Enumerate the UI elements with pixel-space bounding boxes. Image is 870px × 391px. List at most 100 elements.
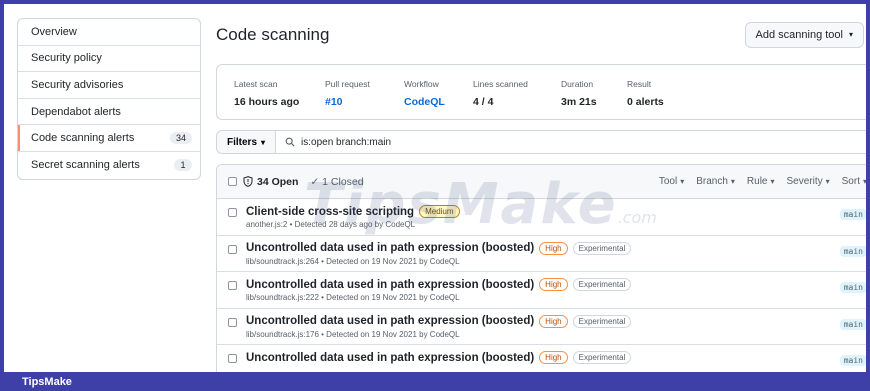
search-icon: [285, 137, 295, 147]
footer-brand-bar: TipsMake: [0, 372, 870, 391]
summary-label: Duration: [561, 79, 594, 89]
severity-filter-menu[interactable]: Severity ▾: [787, 176, 830, 187]
alert-body: Uncontrolled data used in path expressio…: [246, 241, 632, 266]
closed-alerts-count: 1 Closed: [322, 175, 364, 188]
counter-badge: 34: [169, 132, 192, 145]
sidebar-item-label: Overview: [31, 25, 77, 38]
alert-title-link[interactable]: Uncontrolled data used in path expressio…: [246, 315, 534, 327]
summary-label: Workflow: [404, 79, 439, 89]
summary-label: Latest scan: [234, 79, 278, 89]
alert-checkbox[interactable]: [228, 244, 237, 254]
add-scanning-tool-button[interactable]: Add scanning tool ▾: [744, 21, 864, 48]
alert-body: Client-side cross-site scripting Medium …: [246, 205, 460, 229]
page-title: Code scanning: [216, 25, 330, 44]
summary-workflow: Workflow CodeQL: [404, 79, 473, 119]
summary-value: 0 alerts: [627, 96, 664, 108]
branch-filter-menu[interactable]: Branch ▾: [696, 176, 735, 187]
tool-filter-menu[interactable]: Tool ▾: [659, 176, 684, 187]
summary-value: 3m 21s: [561, 96, 597, 108]
alerts-state-toggle: 34 Open ✓ 1 Closed: [228, 176, 364, 188]
sidebar-item-security-policy[interactable]: Security policy: [18, 46, 200, 73]
sort-menu[interactable]: Sort ▾: [841, 176, 867, 187]
branch-label: main: [839, 318, 866, 330]
sidebar-item-security-advisories[interactable]: Security advisories: [18, 72, 200, 99]
scan-summary: Latest scan 16 hours ago Pull request #1…: [216, 64, 866, 120]
workflow-link[interactable]: CodeQL: [404, 96, 473, 108]
chevron-down-icon: ▾: [680, 177, 685, 186]
rule-filter-menu[interactable]: Rule ▾: [747, 176, 775, 187]
filters-label: Filters: [227, 136, 258, 148]
alert-title-link[interactable]: Uncontrolled data used in path expressio…: [246, 352, 534, 364]
sort-label: Sort: [841, 176, 860, 187]
severity-filter-label: Severity: [786, 176, 823, 187]
chevron-down-icon: ▾: [825, 177, 830, 186]
sidebar-item-label: Dependabot alerts: [31, 105, 121, 118]
alert-meta: lib/soundtrack.js:222 • Detected on 19 N…: [246, 293, 460, 302]
sidebar-item-label: Code scanning alerts: [31, 132, 135, 145]
sidebar-item-dependabot-alerts[interactable]: Dependabot alerts: [18, 99, 200, 126]
branch-filter-label: Branch: [696, 176, 728, 187]
alert-body: Uncontrolled data used in path expressio…: [246, 314, 632, 339]
experimental-badge: Experimental: [572, 278, 632, 291]
branch-label: main: [839, 209, 866, 220]
severity-badge: Medium: [419, 205, 460, 218]
sidebar-item-code-scanning-alerts[interactable]: Code scanning alerts 34: [18, 125, 200, 152]
alert-checkbox[interactable]: [228, 208, 237, 217]
alerts-list-header: 34 Open ✓ 1 Closed Tool ▾ Branch ▾ Rule ▾ S…: [217, 165, 867, 199]
pull-request-link[interactable]: #10: [325, 96, 404, 108]
summary-duration: Duration 3m 21s: [561, 79, 627, 119]
security-sidebar: Overview Security policy Security adviso…: [17, 18, 201, 180]
open-alerts-tab[interactable]: 34 Open: [243, 176, 298, 188]
closed-alerts-tab[interactable]: ✓ 1 Closed: [310, 176, 363, 188]
alerts-list: 34 Open ✓ 1 Closed Tool ▾ Branch ▾ Rule ▾ S…: [216, 164, 867, 383]
alert-title-link[interactable]: Client-side cross-site scripting: [246, 206, 414, 218]
alert-title-line: Uncontrolled data used in path expressio…: [246, 351, 632, 364]
main-content: Code scanning Add scanning tool ▾ Latest…: [216, 18, 867, 383]
app-frame: Overview Security policy Security adviso…: [0, 0, 870, 391]
chevron-down-icon: ▾: [730, 177, 735, 186]
chevron-down-icon: ▾: [261, 137, 266, 147]
summary-label: Pull request: [325, 79, 370, 89]
summary-label: Lines scanned: [473, 79, 528, 89]
alert-checkbox[interactable]: [228, 354, 237, 363]
severity-badge: High: [539, 241, 568, 255]
alert-meta: lib/soundtrack.js:176 • Detected on 19 N…: [246, 329, 460, 339]
sidebar-item-label: Security policy: [31, 52, 102, 65]
summary-latest-scan: Latest scan 16 hours ago: [234, 79, 325, 119]
tool-filter-label: Tool: [658, 176, 678, 187]
sidebar-item-label: Secret scanning alerts: [31, 159, 140, 172]
chevron-down-icon: ▾: [770, 177, 775, 186]
summary-value: 4 / 4: [473, 96, 494, 108]
summary-pull-request: Pull request #10: [325, 79, 404, 119]
footer-brand: TipsMake: [22, 375, 72, 388]
rule-filter-label: Rule: [746, 176, 768, 187]
alert-row[interactable]: Uncontrolled data used in path expressio…: [217, 236, 866, 272]
search-input[interactable]: is:open branch:main: [276, 130, 866, 154]
alert-title-link[interactable]: Uncontrolled data used in path expressio…: [246, 242, 534, 254]
sidebar-item-secret-scanning-alerts[interactable]: Secret scanning alerts 1: [18, 152, 200, 179]
alert-row[interactable]: Uncontrolled data used in path expressio…: [217, 309, 866, 345]
alert-meta: lib/soundtrack.js:264 • Detected on 19 N…: [246, 256, 460, 266]
filters-button[interactable]: Filters ▾: [216, 130, 277, 154]
sidebar-item-overview[interactable]: Overview: [18, 19, 200, 46]
alert-checkbox[interactable]: [228, 317, 237, 327]
branch-label: main: [839, 282, 866, 293]
open-alerts-count: 34 Open: [257, 175, 299, 188]
alert-title-line: Uncontrolled data used in path expressio…: [246, 314, 632, 328]
severity-badge: High: [539, 351, 568, 364]
alert-checkbox[interactable]: [228, 281, 237, 290]
shield-icon: [243, 176, 253, 187]
alerts-filter-menus: Tool ▾ Branch ▾ Rule ▾ Severity ▾ Sort ▾: [659, 176, 867, 187]
check-icon: ✓: [310, 175, 320, 188]
alert-row[interactable]: Uncontrolled data used in path expressio…: [217, 272, 866, 309]
branch-label: main: [839, 245, 866, 257]
sidebar-item-label: Security advisories: [31, 78, 124, 91]
branch-label: main: [839, 355, 866, 366]
chevron-down-icon: ▾: [848, 30, 853, 39]
chevron-down-icon: ▾: [862, 177, 867, 186]
alert-title-link[interactable]: Uncontrolled data used in path expressio…: [246, 279, 534, 291]
alert-row[interactable]: Client-side cross-site scripting Medium …: [217, 199, 866, 236]
counter-badge: 1: [174, 159, 192, 172]
add-scanning-tool-label: Add scanning tool: [755, 28, 843, 41]
select-all-checkbox[interactable]: [228, 177, 237, 186]
